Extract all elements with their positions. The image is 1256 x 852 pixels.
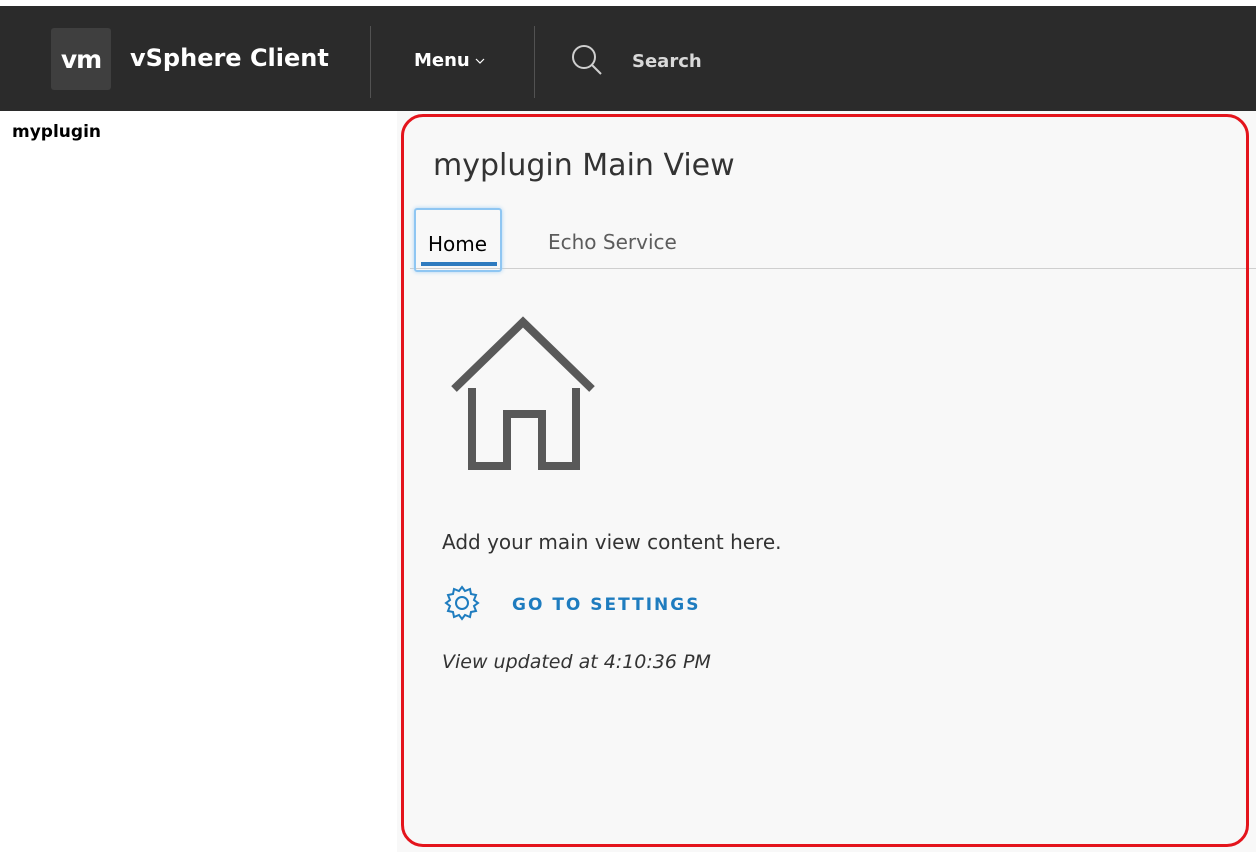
tab-bar-divider bbox=[410, 268, 1256, 269]
home-icon bbox=[442, 314, 604, 474]
top-nav-bar: vm vSphere Client Menu Search bbox=[0, 0, 1256, 111]
header-divider bbox=[534, 26, 535, 98]
vmware-logo[interactable]: vm bbox=[51, 28, 111, 90]
view-updated-timestamp: View updated at 4:10:36 PM bbox=[442, 651, 711, 673]
search-icon bbox=[570, 43, 604, 81]
vmware-logo-text: vm bbox=[60, 44, 102, 74]
tab-active-indicator bbox=[421, 262, 497, 266]
main-panel bbox=[397, 111, 1256, 852]
go-to-settings-link[interactable]: GO TO SETTINGS bbox=[442, 583, 700, 627]
main-content-text: Add your main view content here. bbox=[442, 530, 782, 554]
gear-icon bbox=[442, 583, 482, 627]
tab-echo-service[interactable]: Echo Service bbox=[548, 230, 677, 254]
sidebar-item-myplugin[interactable]: myplugin bbox=[12, 122, 101, 142]
header-divider bbox=[370, 26, 371, 98]
go-to-settings-label: GO TO SETTINGS bbox=[512, 595, 701, 615]
tab-home-label: Home bbox=[428, 232, 488, 256]
menu-button-label: Menu bbox=[414, 50, 470, 71]
search-input-placeholder: Search bbox=[632, 51, 702, 72]
page-title: myplugin Main View bbox=[433, 148, 735, 183]
chevron-down-icon bbox=[475, 56, 485, 66]
menu-button[interactable]: Menu bbox=[414, 50, 485, 71]
app-title[interactable]: vSphere Client bbox=[130, 44, 329, 72]
global-search[interactable]: Search bbox=[570, 34, 702, 89]
tab-home[interactable]: Home bbox=[414, 208, 502, 272]
